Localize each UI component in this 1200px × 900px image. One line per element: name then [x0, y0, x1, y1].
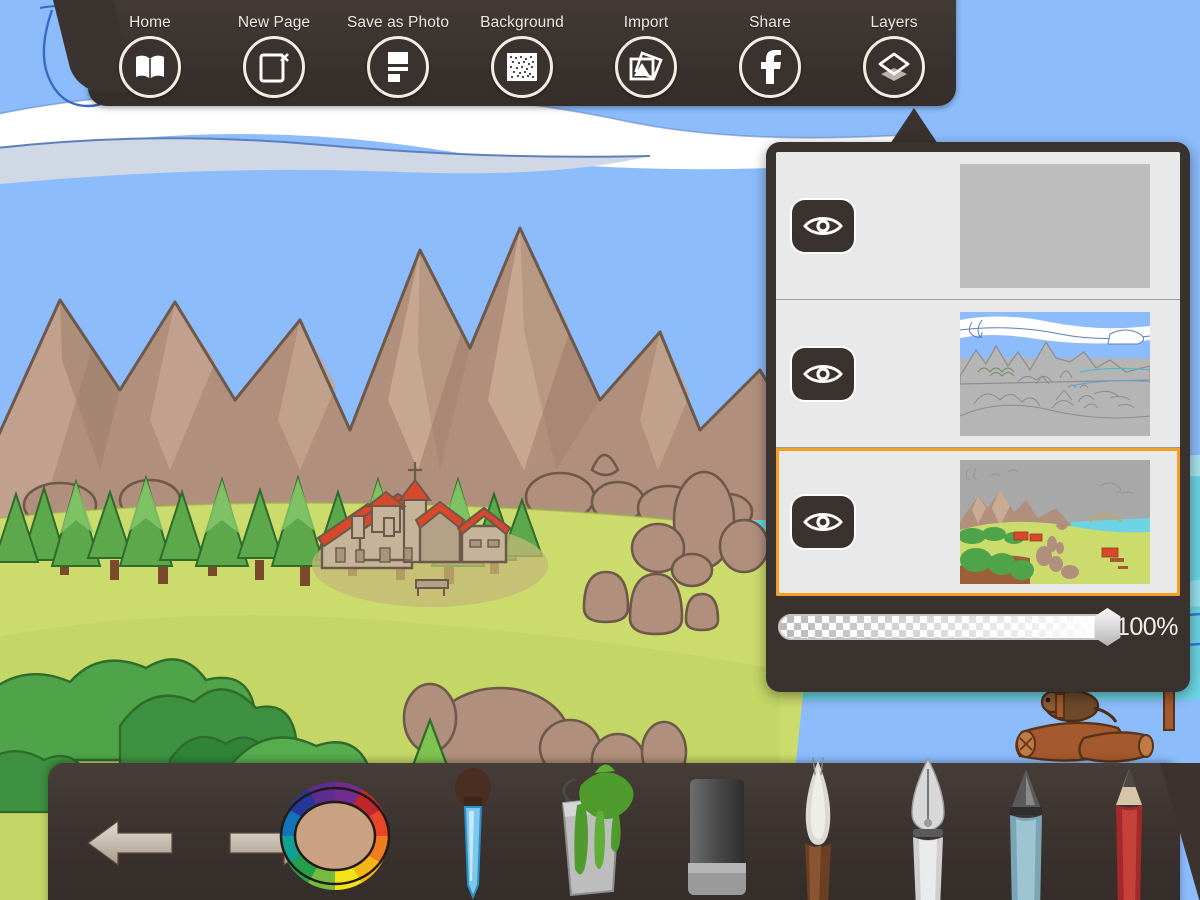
layer-thumbnail[interactable] [960, 163, 1150, 288]
pencil-tool[interactable] [1096, 765, 1162, 900]
layer-row[interactable] [776, 448, 1180, 596]
top-toolbar: Home New Page Save as Photo Background I… [88, 0, 956, 106]
opacity-value-label: 100% [1116, 612, 1178, 641]
save-as-photo-button-label: Save as Photo [346, 14, 450, 31]
layers-diamond-icon [863, 36, 925, 98]
color-wheel-button[interactable] [260, 781, 410, 896]
layers-button-label: Layers [870, 14, 918, 31]
layers-panel-pointer [890, 108, 938, 144]
save-as-photo-button[interactable]: Save as Photo [346, 14, 450, 98]
floppy-disk-icon [367, 36, 429, 98]
paint-bucket-tool[interactable] [533, 759, 643, 900]
layers-button[interactable]: Layers [846, 14, 942, 98]
pen-tool[interactable] [893, 753, 963, 900]
home-button-label: Home [129, 14, 171, 31]
import-button-label: Import [623, 14, 669, 31]
share-button-label: Share [749, 14, 791, 31]
background-button[interactable]: Background [474, 14, 570, 98]
new-page-button[interactable]: New Page [226, 14, 322, 98]
layers-panel: 100% [766, 142, 1190, 692]
share-button[interactable]: Share [722, 14, 818, 98]
eye-icon[interactable] [792, 496, 854, 548]
marker-tool[interactable] [993, 765, 1059, 900]
eye-icon[interactable] [792, 199, 854, 252]
layer-opacity-row: 100% [776, 596, 1180, 658]
bottom-tool-tray [48, 756, 1180, 900]
eye-icon[interactable] [792, 347, 854, 400]
layer-thumbnail[interactable] [960, 311, 1150, 436]
book-icon [119, 36, 181, 98]
selected-color-swatch [293, 800, 377, 872]
background-button-label: Background [480, 14, 564, 31]
layer-row[interactable] [776, 152, 1180, 300]
eraser-tool[interactable] [678, 771, 758, 900]
layer-row[interactable] [776, 300, 1180, 448]
opacity-slider[interactable] [778, 608, 1121, 646]
new-page-icon [243, 36, 305, 98]
layer-thumbnail[interactable] [960, 460, 1150, 584]
noise-texture-icon [491, 36, 553, 98]
layer-list [776, 152, 1180, 596]
home-button[interactable]: Home [102, 14, 198, 98]
brush-tool[interactable] [783, 753, 853, 900]
photos-icon [615, 36, 677, 98]
import-button[interactable]: Import [598, 14, 694, 98]
facebook-icon [739, 36, 801, 98]
eyedropper-tool[interactable] [438, 763, 508, 900]
undo-button[interactable] [86, 815, 176, 876]
new-page-button-label: New Page [237, 14, 311, 31]
